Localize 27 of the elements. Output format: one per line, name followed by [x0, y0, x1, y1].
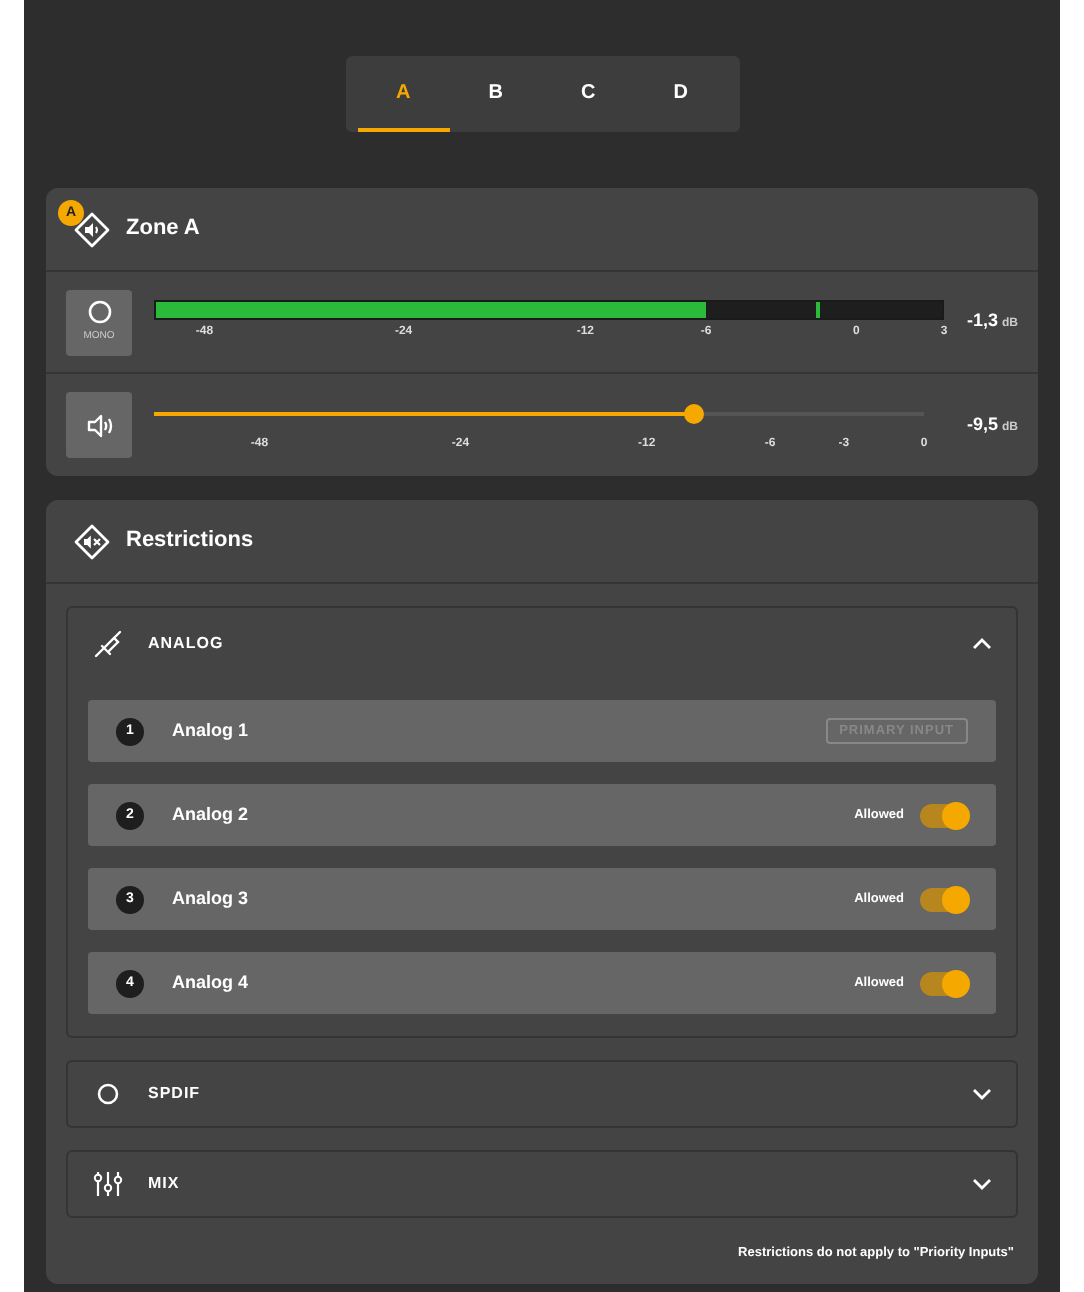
section-title: Restrictions	[126, 526, 254, 557]
tab[interactable]: A	[357, 56, 450, 132]
tab[interactable]: B	[449, 56, 542, 132]
zone-title: Zone A	[126, 214, 200, 245]
input-name: Analog 2	[172, 801, 249, 828]
sliders-icon	[92, 1168, 124, 1200]
jack-plug-icon	[92, 628, 124, 660]
restriction-diamond-icon	[74, 523, 110, 559]
speaker-diamond-icon	[74, 211, 110, 247]
circle-icon	[87, 299, 111, 324]
input-name: Analog 4	[172, 969, 249, 996]
section-header[interactable]: MIX	[68, 1152, 1016, 1216]
input-name: Analog 3	[172, 885, 249, 912]
meter-reading: -1,3	[966, 310, 998, 331]
volume-reading: -9,5	[966, 413, 998, 434]
volume-button[interactable]	[66, 392, 132, 458]
tab[interactable]: C	[542, 56, 635, 132]
toggle-switch[interactable]	[920, 803, 968, 827]
circle-icon	[92, 1078, 124, 1110]
input-name: Analog 1	[172, 717, 249, 744]
toggle-switch[interactable]	[920, 971, 968, 995]
toggle-switch[interactable]	[920, 887, 968, 911]
section-header[interactable]: SPDIF	[68, 1062, 1016, 1126]
slider-thumb[interactable]	[683, 403, 703, 423]
tab[interactable]: D	[634, 56, 727, 132]
section-header[interactable]: ANALOG	[68, 608, 1016, 680]
speaker-icon	[85, 413, 113, 437]
